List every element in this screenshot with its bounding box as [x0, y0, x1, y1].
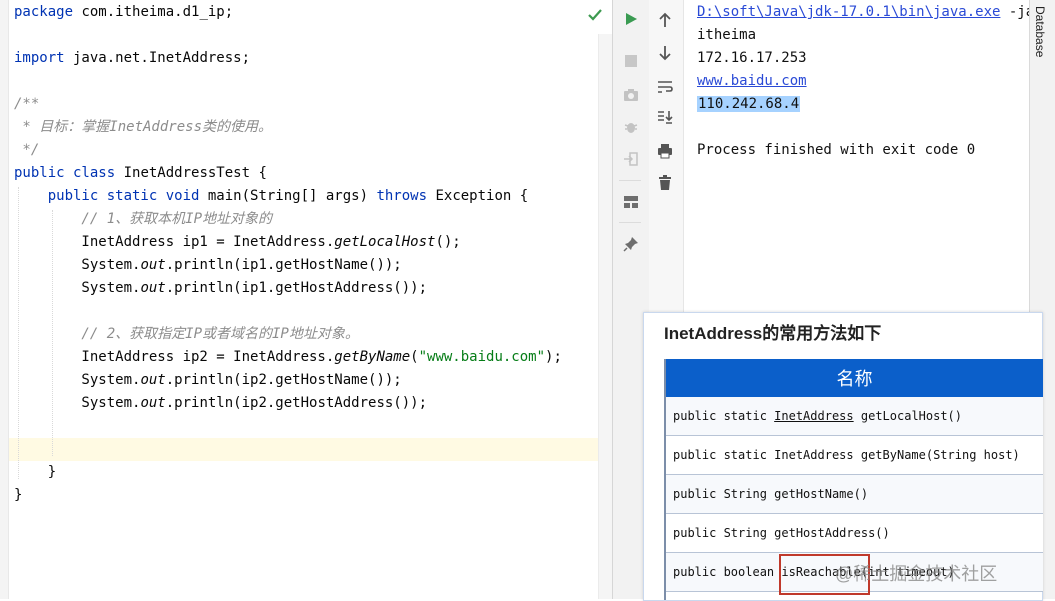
code-text: ( — [410, 349, 419, 365]
field-ref: out — [140, 280, 166, 296]
code-line[interactable]: System.out.println(ip1.getHostName()); — [14, 254, 402, 277]
code-line[interactable]: public static void main(String[] args) t… — [14, 185, 528, 208]
print-icon[interactable] — [655, 141, 675, 161]
code-text: .println(ip2.getHostName()); — [165, 372, 402, 388]
code-text: Exception { — [427, 188, 529, 204]
code-text: System. — [14, 257, 141, 273]
layout-icon[interactable] — [621, 192, 641, 212]
code-line[interactable]: } — [14, 461, 56, 484]
editor-scrollbar[interactable] — [598, 34, 613, 599]
code-text: .println(ip1.getHostAddress()); — [165, 280, 428, 296]
code-text: (); — [435, 234, 461, 250]
cell-text: InetAddress — [774, 409, 854, 423]
console-command-line: D:\soft\Java\jdk-17.0.1\bin\java.exe -ja — [697, 1, 1029, 24]
code-text: InetAddress ip2 = InetAddress. — [14, 349, 335, 365]
code-line[interactable]: System.out.println(ip2.getHostAddress())… — [14, 392, 427, 415]
scroll-end-icon[interactable] — [655, 107, 675, 127]
code-line[interactable]: System.out.println(ip1.getHostAddress())… — [14, 277, 427, 300]
code-text: ); — [545, 349, 562, 365]
code-line[interactable]: // 1、获取本机IP地址对象的 — [14, 208, 272, 231]
cell-text: public String getHostName() — [673, 487, 869, 501]
code-line[interactable]: // 2、获取指定IP或者域名的IP地址对象。 — [14, 323, 358, 346]
field-ref: out — [140, 257, 166, 273]
camera-icon[interactable] — [621, 85, 641, 105]
cell-text: public static — [673, 409, 775, 423]
code-text: com.itheima.d1_ip; — [73, 4, 234, 20]
table-row: public String getHostName() — [666, 475, 1043, 514]
database-tab[interactable]: Database — [1033, 6, 1047, 57]
code-line[interactable]: System.out.println(ip2.getHostName()); — [14, 369, 402, 392]
code-text: main(String[] args) — [199, 188, 377, 204]
code-text: InetAddress ip1 = InetAddress. — [14, 234, 335, 250]
code-line[interactable]: import java.net.InetAddress; — [14, 47, 250, 70]
string-literal: "www.baidu.com" — [418, 349, 546, 365]
code-editor[interactable]: package com.itheima.d1_ip; import java.n… — [0, 0, 613, 599]
code-line[interactable]: InetAddress ip1 = InetAddress.getLocalHo… — [14, 231, 461, 254]
table-row: public String getHostAddress() — [666, 514, 1043, 553]
code-text: System. — [14, 395, 141, 411]
keyword: public class — [14, 165, 116, 181]
code-text: .println(ip2.getHostAddress()); — [165, 395, 428, 411]
table-row: public static InetAddress getLocalHost() — [666, 397, 1043, 436]
up-arrow-icon[interactable] — [655, 10, 675, 30]
url-link[interactable]: www.baidu.com — [697, 73, 807, 89]
table-row: public static InetAddress getByName(Stri… — [666, 436, 1043, 475]
method-call: getByName — [334, 349, 411, 365]
console-text: -ja — [1008, 4, 1029, 20]
login-icon[interactable] — [621, 149, 641, 169]
code-line[interactable]: package com.itheima.d1_ip; — [14, 1, 233, 24]
editor-gutter — [0, 0, 9, 599]
field-ref: out — [140, 395, 166, 411]
console-line: 172.16.17.253 — [697, 50, 807, 66]
code-line[interactable]: /** — [14, 93, 39, 116]
code-text: System. — [14, 280, 141, 296]
cell-text: public String getHostAddress() — [673, 526, 890, 540]
code-line[interactable]: public class InetAddressTest { — [14, 162, 267, 185]
code-text: InetAddressTest { — [115, 165, 267, 181]
keyword: public static void — [14, 188, 200, 204]
code-line[interactable]: } — [14, 484, 22, 507]
console-line: www.baidu.com — [697, 70, 807, 93]
console-line: 110.242.68.4 — [697, 93, 801, 116]
keyword: import — [14, 50, 65, 66]
slide-title: InetAddress的常用方法如下 — [664, 324, 882, 343]
code-text: System. — [14, 372, 141, 388]
trash-icon[interactable] — [655, 173, 675, 193]
keyword: package — [14, 4, 74, 20]
selected-text[interactable]: 110.242.68.4 — [697, 96, 801, 112]
down-arrow-icon[interactable] — [655, 43, 675, 63]
debug-icon[interactable] — [621, 117, 641, 137]
keyword: throws — [376, 188, 428, 204]
toolbar-separator — [619, 180, 641, 181]
watermark: @稀土掘金技术社区 — [835, 564, 998, 584]
cell-text: getLocalHost() — [853, 409, 963, 423]
pin-icon[interactable] — [621, 234, 641, 254]
cell-text: public static InetAddress getByName(Stri… — [673, 448, 1020, 462]
soft-wrap-icon[interactable] — [655, 77, 675, 97]
code-line[interactable]: * 目标：掌握InetAddress类的使用。 — [14, 116, 272, 139]
java-path-link[interactable]: D:\soft\Java\jdk-17.0.1\bin\java.exe — [697, 4, 1000, 20]
current-line-highlight — [9, 438, 612, 461]
run-icon[interactable] — [621, 9, 641, 29]
toolbar-separator — [619, 222, 641, 223]
code-line[interactable]: */ — [14, 139, 39, 162]
code-text: java.net.InetAddress; — [64, 50, 251, 66]
stop-icon[interactable] — [621, 51, 641, 71]
code-line[interactable]: InetAddress ip2 = InetAddress.getByName(… — [14, 346, 562, 369]
console-line: itheima — [697, 27, 757, 43]
table-header: 名称 — [666, 359, 1043, 397]
check-icon[interactable] — [587, 7, 603, 23]
field-ref: out — [140, 372, 166, 388]
method-call: getLocalHost — [334, 234, 436, 250]
console-line: Process finished with exit code 0 — [697, 142, 976, 158]
code-text: .println(ip1.getHostName()); — [165, 257, 402, 273]
